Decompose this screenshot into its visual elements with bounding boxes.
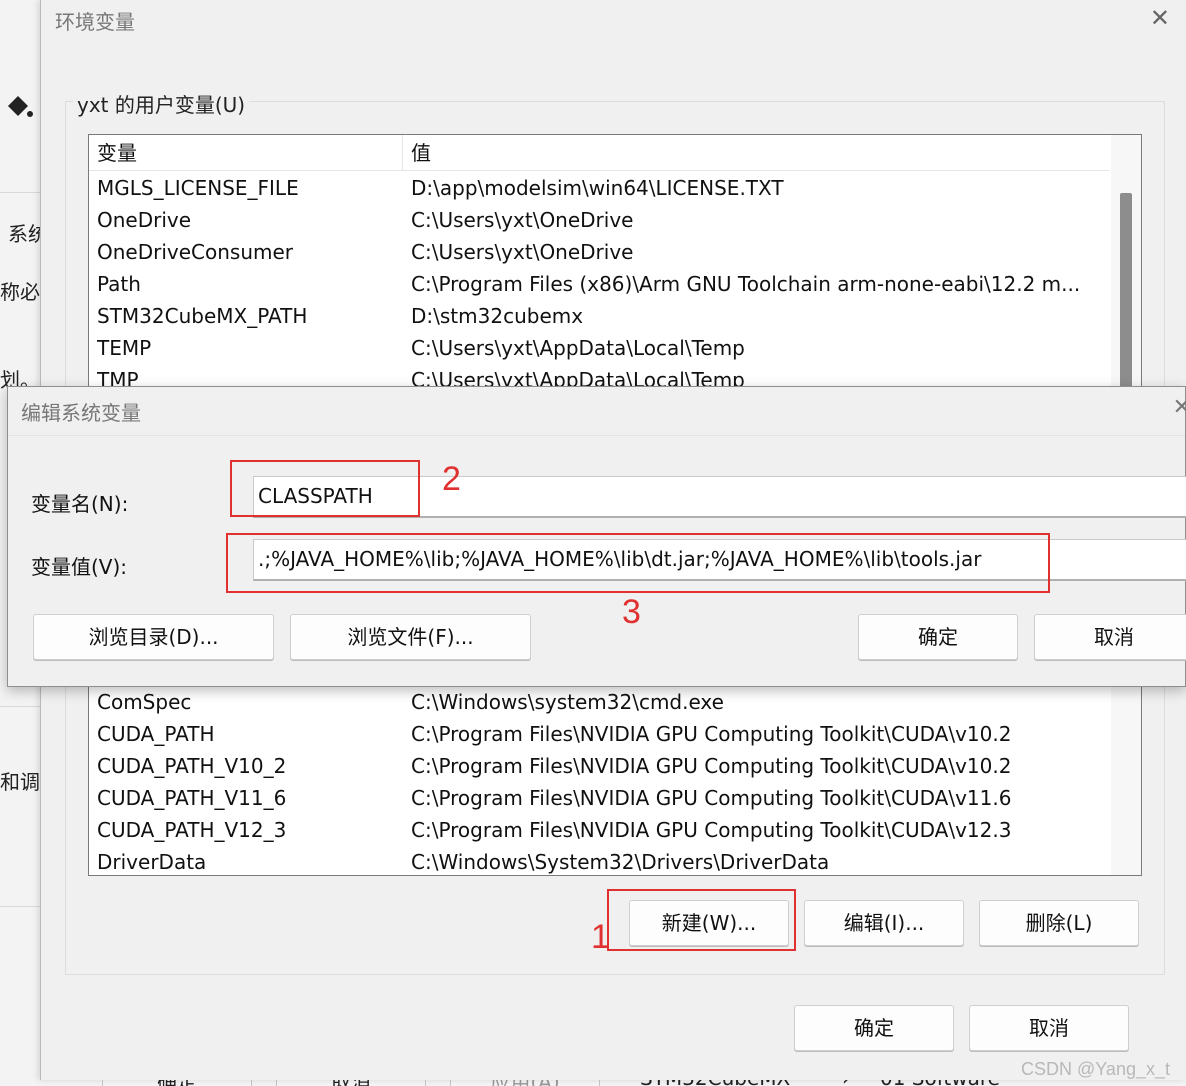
list-item[interactable]: MGLS_LICENSE_FILE D:\app\modelsim\win64\L… [89, 172, 1109, 204]
list-item[interactable]: STM32CubeMX_PATH D:\stm32cubemx [89, 300, 1109, 332]
variable-value-label: 变量值(V): [31, 555, 128, 579]
variable-name-label: 变量名(N): [31, 492, 129, 516]
browse-file-button[interactable]: 浏览文件(F)... [290, 614, 531, 660]
list-item[interactable]: DriverData C:\Windows\System32\Drivers\Dr… [89, 846, 1109, 875]
paint-bucket-icon [4, 92, 34, 122]
dialog-title: 编辑系统变量 [21, 401, 141, 425]
scrollbar-thumb[interactable] [1120, 193, 1132, 403]
annotation-number: 1 [591, 918, 610, 956]
watermark: CSDN @Yang_x_t [1020, 1059, 1170, 1079]
variable-value: D:\stm32cubemx [411, 304, 584, 328]
variable-value: C:\Users\yxt\AppData\Local\Temp [411, 336, 745, 360]
edit-ok-button[interactable]: 确定 [858, 614, 1018, 660]
dialog-title: 环境变量 [55, 10, 135, 34]
column-header-value[interactable]: 值 [403, 135, 1109, 171]
side-text: 和调 [0, 770, 40, 794]
variable-name: OneDriveConsumer [97, 240, 294, 264]
close-icon[interactable]: ✕ [1173, 395, 1186, 420]
variable-value: C:\Program Files\NVIDIA GPU Computing To… [411, 818, 1012, 842]
variable-value: C:\Users\yxt\OneDrive [411, 208, 634, 232]
ok-button[interactable]: 确定 [794, 1005, 954, 1051]
variable-name: CUDA_PATH_V10_2 [97, 754, 287, 778]
variable-value: C:\Windows\system32\cmd.exe [411, 690, 724, 714]
edit-variable-button[interactable]: 编辑(I)... [804, 900, 964, 946]
variable-name: ComSpec [97, 690, 192, 714]
system-variables-list[interactable]: ComSpec C:\Windows\system32\cmd.exe CUDA_… [88, 668, 1142, 876]
list-item[interactable]: CUDA_PATH_V11_6 C:\Program Files\NVIDIA G… [89, 782, 1109, 814]
variable-value: C:\Program Files\NVIDIA GPU Computing To… [411, 754, 1012, 778]
variable-value-field[interactable]: .;%JAVA_HOME%\lib;%JAVA_HOME%\lib\dt.jar… [253, 539, 1186, 581]
variable-name: CUDA_PATH_V11_6 [97, 786, 287, 810]
variable-value: C:\Users\yxt\OneDrive [411, 240, 634, 264]
list-item[interactable]: Path C:\Program Files (x86)\Arm GNU Toolc… [89, 268, 1109, 300]
list-item[interactable]: OneDrive C:\Users\yxt\OneDrive [89, 204, 1109, 236]
delete-variable-button[interactable]: 删除(L) [979, 900, 1139, 946]
variable-value: C:\Program Files\NVIDIA GPU Computing To… [411, 786, 1012, 810]
variable-name-field[interactable]: CLASSPATH [253, 476, 1186, 518]
list-item[interactable]: CUDA_PATH_V12_3 C:\Program Files\NVIDIA G… [89, 814, 1109, 846]
cancel-button[interactable]: 取消 [969, 1005, 1129, 1051]
separator [0, 706, 40, 707]
browse-directory-button[interactable]: 浏览目录(D)... [33, 614, 274, 660]
list-item[interactable]: TEMP C:\Users\yxt\AppData\Local\Temp [89, 332, 1109, 364]
close-icon[interactable]: ✕ [1150, 4, 1170, 32]
variable-value: D:\app\modelsim\win64\LICENSE.TXT [411, 176, 784, 200]
variable-name: OneDrive [97, 208, 192, 232]
list-item[interactable]: ComSpec C:\Windows\system32\cmd.exe [89, 686, 1109, 718]
new-variable-button[interactable]: 新建(W)... [629, 900, 789, 946]
list-item[interactable]: CUDA_PATH_V10_2 C:\Program Files\NVIDIA G… [89, 750, 1109, 782]
variable-value: C:\Program Files\NVIDIA GPU Computing To… [411, 722, 1012, 746]
user-variables-label: yxt 的用户变量(U) [73, 89, 250, 118]
edit-system-variable-dialog: 编辑系统变量 ✕ 变量名(N): CLASSPATH 变量值(V): .;%JA… [7, 386, 1186, 687]
variable-name: Path [97, 272, 141, 296]
separator [0, 906, 40, 907]
separator [0, 192, 40, 193]
edit-cancel-button[interactable]: 取消 [1034, 614, 1186, 660]
list-item[interactable]: CUDA_PATH C:\Program Files\NVIDIA GPU Com… [89, 718, 1109, 750]
annotation-number: 2 [442, 460, 461, 498]
vertical-scrollbar[interactable] [1111, 135, 1141, 403]
variable-name: STM32CubeMX_PATH [97, 304, 308, 328]
variable-value: C:\Windows\System32\Drivers\DriverData [411, 850, 830, 874]
variable-value: C:\Program Files (x86)\Arm GNU Toolchain… [411, 272, 1081, 296]
vertical-scrollbar[interactable] [1111, 668, 1141, 875]
variable-name: CUDA_PATH_V12_3 [97, 818, 287, 842]
variable-name: DriverData [97, 850, 207, 874]
title-separator [8, 435, 1185, 436]
variable-name: MGLS_LICENSE_FILE [97, 176, 299, 200]
user-variables-list[interactable]: 变量 值 MGLS_LICENSE_FILE D:\app\modelsim\wi… [88, 134, 1142, 404]
variable-name: TEMP [97, 336, 152, 360]
list-item[interactable]: OneDriveConsumer C:\Users\yxt\OneDrive [89, 236, 1109, 268]
list-header: 变量 值 [89, 135, 1109, 171]
column-header-variable[interactable]: 变量 [89, 135, 403, 171]
annotation-number: 3 [622, 593, 641, 631]
variable-name: CUDA_PATH [97, 722, 215, 746]
